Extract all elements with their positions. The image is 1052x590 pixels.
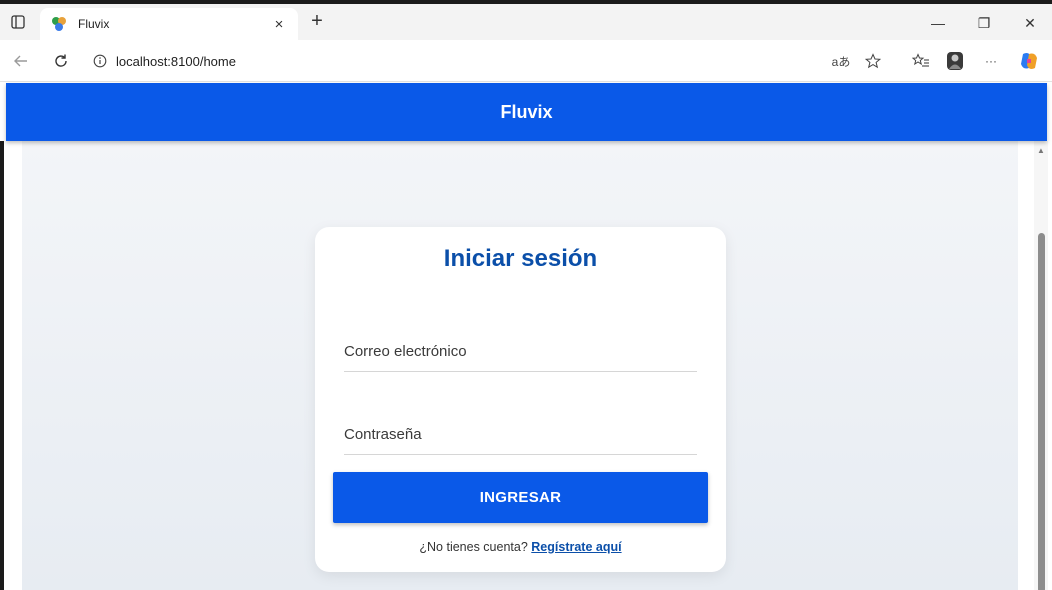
email-field[interactable] bbox=[344, 332, 697, 371]
vertical-scrollbar[interactable]: ▲ bbox=[1034, 141, 1048, 590]
app-toolbar: Fluvix bbox=[6, 83, 1047, 141]
browser-tab-active[interactable]: Fluvix × bbox=[40, 8, 298, 40]
url-text: localhost:8100/home bbox=[116, 53, 236, 69]
back-arrow-icon bbox=[14, 55, 27, 67]
password-field[interactable] bbox=[344, 415, 697, 454]
copilot-icon bbox=[1021, 53, 1037, 69]
tab-actions-icon bbox=[11, 15, 25, 29]
login-card: Iniciar sesión INGRESAR ¿No tienes cuent… bbox=[315, 227, 726, 572]
window-restore-button[interactable]: ❐ bbox=[964, 10, 1004, 36]
register-prompt-text: ¿No tienes cuenta? bbox=[419, 540, 528, 554]
site-info-button[interactable] bbox=[92, 53, 108, 69]
page-right-margin bbox=[1018, 141, 1034, 590]
window-close-button[interactable]: ✕ bbox=[1010, 10, 1050, 36]
scroll-up-arrow-icon[interactable]: ▲ bbox=[1037, 146, 1045, 155]
login-button[interactable]: INGRESAR bbox=[333, 472, 708, 523]
email-field-wrapper bbox=[344, 332, 697, 372]
page-left-margin bbox=[0, 141, 22, 590]
app-favicon-icon bbox=[52, 17, 66, 31]
back-button[interactable] bbox=[10, 50, 32, 72]
register-link[interactable]: Regístrate aquí bbox=[531, 540, 621, 554]
browser-address-bar: localhost:8100/home aあ ··· bbox=[0, 40, 1052, 82]
copilot-button[interactable] bbox=[1018, 50, 1040, 72]
tab-close-button[interactable]: × bbox=[270, 16, 288, 33]
register-prompt-line: ¿No tienes cuenta? Regístrate aquí bbox=[315, 540, 726, 554]
favorite-star-icon bbox=[865, 53, 881, 69]
info-icon bbox=[93, 54, 107, 68]
profile-avatar-icon bbox=[947, 52, 963, 70]
new-tab-button[interactable]: + bbox=[305, 10, 329, 34]
tab-actions-button[interactable] bbox=[8, 12, 28, 32]
read-aloud-button[interactable]: aあ bbox=[830, 50, 852, 72]
tab-title: Fluvix bbox=[78, 17, 110, 31]
favorites-list-button[interactable] bbox=[910, 50, 932, 72]
app-title: Fluvix bbox=[500, 101, 553, 122]
login-title: Iniciar sesión bbox=[443, 245, 598, 272]
refresh-button[interactable] bbox=[50, 50, 72, 72]
favorites-list-icon bbox=[912, 53, 929, 67]
profile-button[interactable] bbox=[944, 50, 966, 72]
scrollbar-thumb[interactable] bbox=[1038, 233, 1045, 590]
password-field-wrapper bbox=[344, 415, 697, 455]
settings-more-button[interactable]: ··· bbox=[980, 50, 1002, 72]
favorite-button[interactable] bbox=[862, 50, 884, 72]
url-field[interactable]: localhost:8100/home bbox=[82, 46, 902, 76]
browser-tab-bar: Fluvix × + — ❐ ✕ bbox=[0, 0, 1052, 40]
refresh-icon bbox=[55, 54, 67, 67]
window-minimize-button[interactable]: — bbox=[918, 10, 958, 36]
